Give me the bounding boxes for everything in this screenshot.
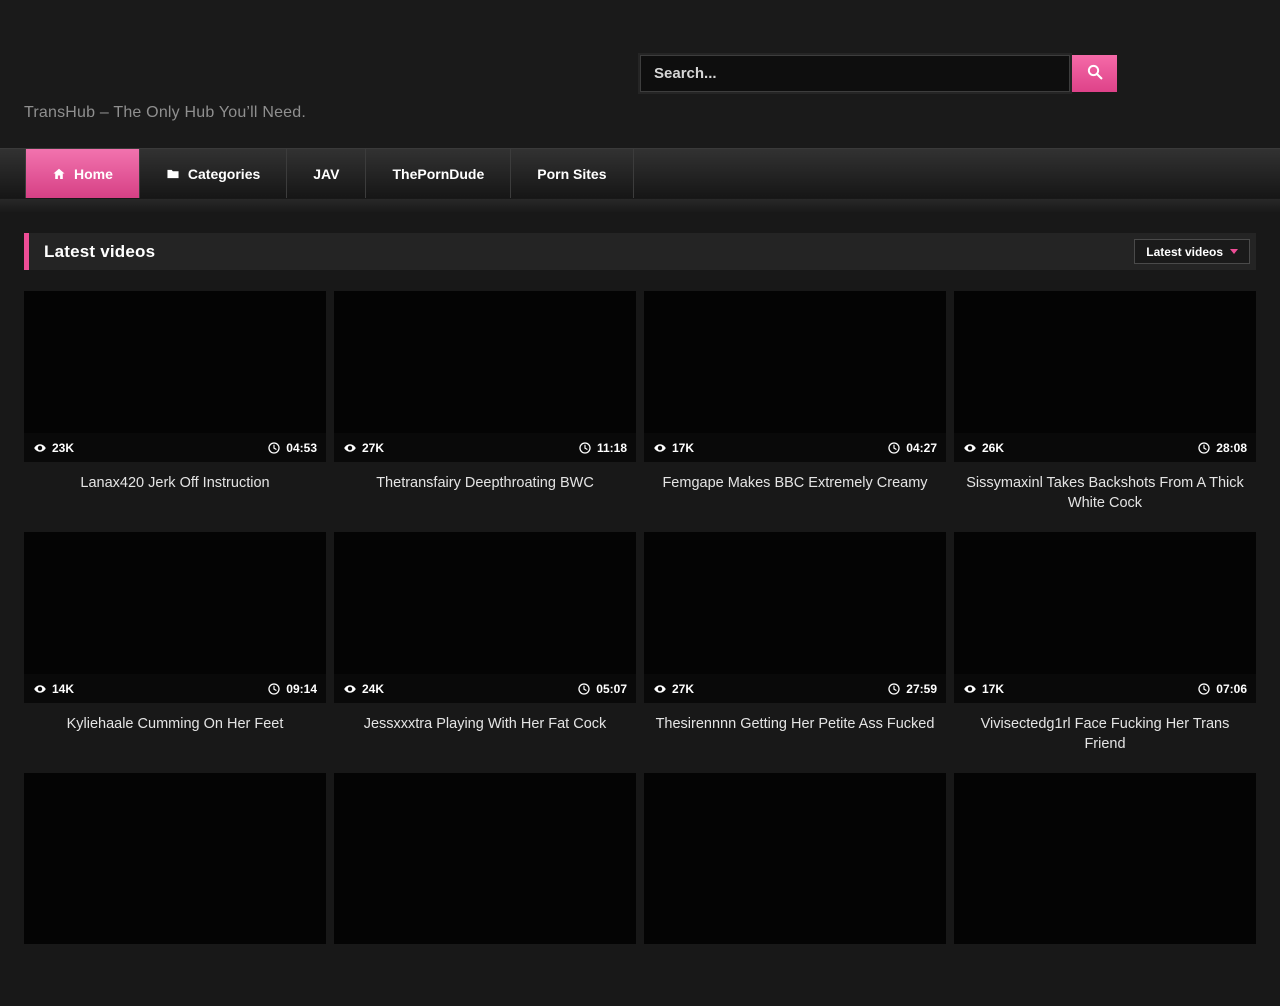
sort-dropdown[interactable]: Latest videos xyxy=(1134,239,1250,264)
duration: 09:14 xyxy=(267,682,317,696)
video-thumbnail[interactable] xyxy=(644,773,946,944)
duration: 07:06 xyxy=(1197,682,1247,696)
video-thumbnail[interactable]: 17K 07:06 xyxy=(954,532,1256,703)
video-thumbnail[interactable]: 24K 05:07 xyxy=(334,532,636,703)
view-count: 17K xyxy=(963,682,1004,696)
search-button[interactable] xyxy=(1072,55,1117,92)
chevron-down-icon xyxy=(1230,249,1238,254)
thumbnail-meta-bar: 23K 04:53 xyxy=(24,433,326,462)
video-title[interactable]: Vivisectedg1rl Face Fucking Her Trans Fr… xyxy=(954,703,1256,754)
search-input[interactable] xyxy=(640,55,1070,92)
video-thumbnail[interactable] xyxy=(334,773,636,944)
clock-icon xyxy=(577,682,591,696)
clock-icon xyxy=(887,682,901,696)
video-card[interactable]: 17K 04:27 Femgape Makes BBC Extremely Crea… xyxy=(644,291,946,524)
clock-icon xyxy=(267,682,281,696)
section-header: Latest videos Latest videos xyxy=(24,233,1256,270)
thumbnail-meta-bar: 17K 07:06 xyxy=(954,674,1256,703)
nav-item-theporndude[interactable]: ThePornDude xyxy=(366,149,511,198)
eye-icon xyxy=(963,441,977,455)
video-title[interactable]: Lanax420 Jerk Off Instruction xyxy=(24,462,326,493)
video-thumbnail[interactable] xyxy=(24,773,326,944)
eye-icon xyxy=(653,441,667,455)
video-card[interactable]: 27K 27:59 Thesirennnn Getting Her Petite A… xyxy=(644,532,946,765)
video-title[interactable]: Sissymaxinl Takes Backshots From A Thick… xyxy=(954,462,1256,513)
clock-icon xyxy=(1197,441,1211,455)
duration: 04:53 xyxy=(267,441,317,455)
home-icon xyxy=(52,167,66,181)
video-thumbnail[interactable]: 17K 04:27 xyxy=(644,291,946,462)
video-card[interactable]: 14K 09:14 Kyliehaale Cumming On Her Feet xyxy=(24,532,326,765)
clock-icon xyxy=(1197,682,1211,696)
video-card-partial[interactable] xyxy=(954,773,1256,1006)
video-title[interactable]: Jessxxxtra Playing With Her Fat Cock xyxy=(334,703,636,734)
section-title: Latest videos xyxy=(44,242,155,262)
view-count: 23K xyxy=(33,441,74,455)
eye-icon xyxy=(653,682,667,696)
duration: 28:08 xyxy=(1197,441,1247,455)
video-thumbnail[interactable] xyxy=(954,773,1256,944)
thumbnail-meta-bar: 14K 09:14 xyxy=(24,674,326,703)
video-title[interactable]: Femgape Makes BBC Extremely Creamy xyxy=(644,462,946,493)
nav-item-label: JAV xyxy=(313,166,339,182)
search-bar xyxy=(640,55,1117,92)
eye-icon xyxy=(343,441,357,455)
nav-item-label: ThePornDude xyxy=(392,166,484,182)
video-card[interactable]: 17K 07:06 Vivisectedg1rl Face Fucking Her … xyxy=(954,532,1256,765)
clock-icon xyxy=(887,441,901,455)
section-accent xyxy=(24,233,29,270)
view-count: 24K xyxy=(343,682,384,696)
video-grid: 23K 04:53 Lanax420 Jerk Off Instruction 27K… xyxy=(24,291,1256,1006)
video-thumbnail[interactable]: 27K 27:59 xyxy=(644,532,946,703)
video-card[interactable]: 23K 04:53 Lanax420 Jerk Off Instruction xyxy=(24,291,326,524)
view-count: 26K xyxy=(963,441,1004,455)
search-icon xyxy=(1086,63,1104,84)
duration: 11:18 xyxy=(578,441,627,455)
nav-item-jav[interactable]: JAV xyxy=(287,149,366,198)
clock-icon xyxy=(267,441,281,455)
video-card-partial[interactable] xyxy=(644,773,946,1006)
video-card[interactable]: 27K 11:18 Thetransfairy Deepthroating BWC xyxy=(334,291,636,524)
eye-icon xyxy=(963,682,977,696)
thumbnail-meta-bar: 26K 28:08 xyxy=(954,433,1256,462)
video-card[interactable]: 26K 28:08 Sissymaxinl Takes Backshots From… xyxy=(954,291,1256,524)
nav-item-label: Categories xyxy=(188,166,260,182)
view-count: 27K xyxy=(343,441,384,455)
video-thumbnail[interactable]: 23K 04:53 xyxy=(24,291,326,462)
video-title[interactable]: Thesirennnn Getting Her Petite Ass Fucke… xyxy=(644,703,946,734)
video-card-partial[interactable] xyxy=(24,773,326,1006)
sort-dropdown-label: Latest videos xyxy=(1146,245,1223,259)
folder-icon xyxy=(166,167,180,181)
view-count: 27K xyxy=(653,682,694,696)
thumbnail-meta-bar: 27K 11:18 xyxy=(334,433,636,462)
duration: 27:59 xyxy=(887,682,937,696)
duration: 05:07 xyxy=(577,682,627,696)
view-count: 17K xyxy=(653,441,694,455)
eye-icon xyxy=(343,682,357,696)
thumbnail-meta-bar: 27K 27:59 xyxy=(644,674,946,703)
nav-item-categories[interactable]: Categories xyxy=(140,149,287,198)
video-title[interactable]: Thetransfairy Deepthroating BWC xyxy=(334,462,636,493)
view-count: 14K xyxy=(33,682,74,696)
nav-item-porn-sites[interactable]: Porn Sites xyxy=(511,149,633,198)
nav-item-home[interactable]: Home xyxy=(25,149,140,198)
thumbnail-meta-bar: 24K 05:07 xyxy=(334,674,636,703)
nav-item-label: Home xyxy=(74,166,113,182)
site-header: TransHub – The Only Hub You’ll Need. xyxy=(0,0,1280,148)
duration: 04:27 xyxy=(887,441,937,455)
nav-item-label: Porn Sites xyxy=(537,166,606,182)
clock-icon xyxy=(578,441,592,455)
video-card[interactable]: 24K 05:07 Jessxxxtra Playing With Her Fat … xyxy=(334,532,636,765)
video-thumbnail[interactable]: 14K 09:14 xyxy=(24,532,326,703)
video-title[interactable]: Kyliehaale Cumming On Her Feet xyxy=(24,703,326,734)
video-thumbnail[interactable]: 26K 28:08 xyxy=(954,291,1256,462)
site-tagline: TransHub – The Only Hub You’ll Need. xyxy=(24,104,306,122)
video-card-partial[interactable] xyxy=(334,773,636,1006)
eye-icon xyxy=(33,682,47,696)
thumbnail-meta-bar: 17K 04:27 xyxy=(644,433,946,462)
video-thumbnail[interactable]: 27K 11:18 xyxy=(334,291,636,462)
main-nav: Home Categories JAV ThePornDude Porn Sites xyxy=(0,148,1280,198)
eye-icon xyxy=(33,441,47,455)
